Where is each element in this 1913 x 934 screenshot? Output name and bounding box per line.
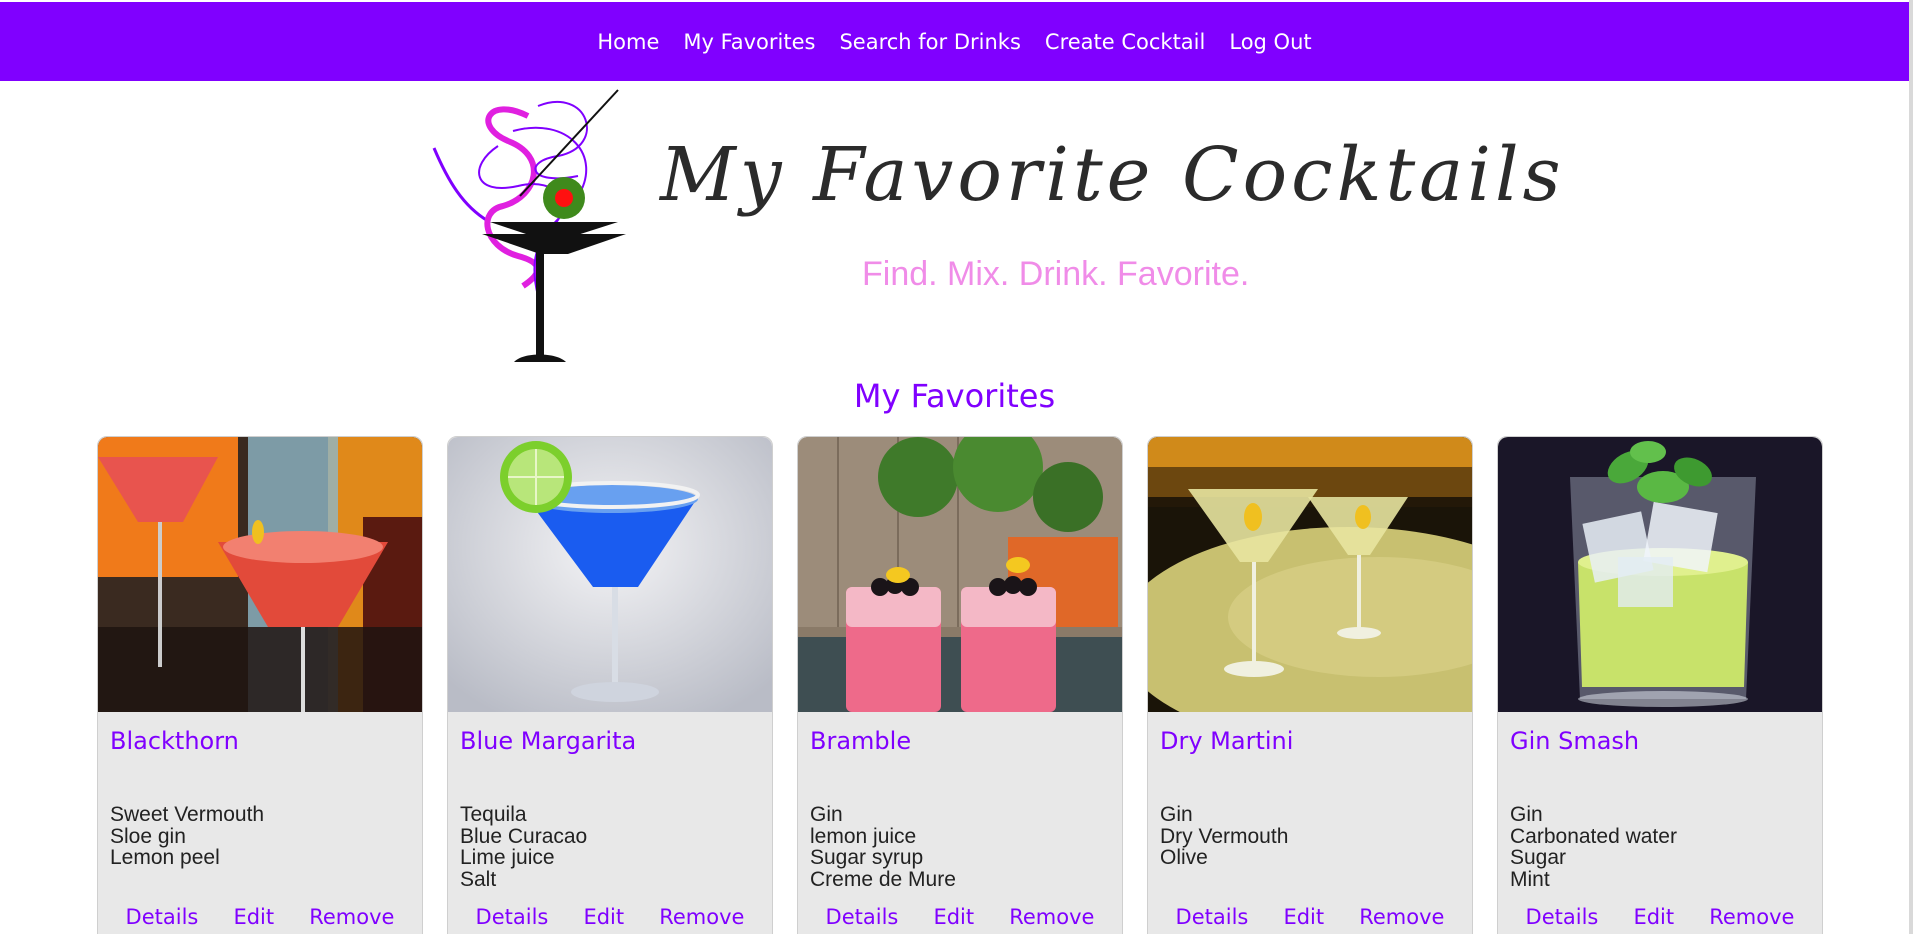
remove-link[interactable]: Remove (1359, 905, 1444, 929)
brand-tagline: Find. Mix. Drink. Favorite. (862, 255, 1250, 293)
card-actions: Details Edit Remove (1498, 905, 1822, 929)
remove-link[interactable]: Remove (1709, 905, 1794, 929)
cocktail-card: Gin Smash Gin Carbonated water Sugar Min… (1497, 436, 1823, 934)
ingredient-item: lemon juice (810, 824, 917, 848)
cocktail-name: Blackthorn (110, 727, 239, 755)
ingredient-list: Tequila Blue Curacao Lime juice Salt (460, 804, 587, 890)
cocktail-name: Dry Martini (1160, 727, 1294, 755)
ingredient-item: Creme de Mure (810, 867, 956, 891)
cocktail-photo-image (98, 437, 422, 712)
ingredient-item: Blue Curacao (460, 824, 588, 848)
ingredient-item: Gin (1160, 803, 1193, 826)
cocktail-photo-image (1498, 437, 1822, 712)
scrollbar-track[interactable] (1909, 0, 1913, 934)
brand-title: My Favorite Cocktails (660, 132, 1565, 218)
cocktail-card: Bramble Gin lemon juice Sugar syrup Crem… (797, 436, 1123, 934)
cocktail-photo (798, 437, 1122, 712)
remove-link[interactable]: Remove (309, 905, 394, 929)
edit-link[interactable]: Edit (583, 905, 624, 929)
cocktail-name: Gin Smash (1510, 727, 1640, 755)
ingredient-item: Lemon peel (110, 846, 220, 869)
ingredient-item: Sweet Vermouth (110, 803, 265, 826)
edit-link[interactable]: Edit (1633, 905, 1674, 929)
ingredient-item: Sugar (1510, 846, 1567, 869)
ingredient-item: Lime juice (460, 846, 555, 869)
cocktail-card: Dry Martini Gin Dry Vermouth Olive Detai… (1147, 436, 1473, 934)
cocktail-photo-image (1148, 437, 1472, 712)
ingredient-list: Gin Dry Vermouth Olive (1160, 804, 1288, 869)
ingredient-item: Dry Vermouth (1160, 824, 1289, 848)
nav-my-favorites-link[interactable]: My Favorites (683, 30, 815, 54)
page: Home My Favorites Search for Drinks Crea… (0, 0, 1913, 934)
edit-link[interactable]: Edit (233, 905, 274, 929)
cocktail-name: Blue Margarita (460, 727, 637, 755)
ingredient-item: Sugar syrup (810, 846, 924, 869)
cocktail-photo (1148, 437, 1472, 712)
nav-log-out-link[interactable]: Log Out (1229, 30, 1311, 54)
top-navbar: Home My Favorites Search for Drinks Crea… (0, 2, 1909, 81)
ingredient-item: Olive (1160, 846, 1208, 869)
cocktail-photo-image (798, 437, 1122, 712)
edit-link[interactable]: Edit (933, 905, 974, 929)
ingredient-item: Tequila (460, 803, 527, 826)
ingredient-item: Gin (1510, 803, 1543, 826)
cocktail-card: Blackthorn Sweet Vermouth Sloe gin Lemon… (97, 436, 423, 934)
edit-link[interactable]: Edit (1283, 905, 1324, 929)
details-link[interactable]: Details (126, 905, 199, 929)
details-link[interactable]: Details (1526, 905, 1599, 929)
cocktail-photo (98, 437, 422, 712)
details-link[interactable]: Details (476, 905, 549, 929)
nav-home-link[interactable]: Home (597, 30, 659, 54)
card-actions: Details Edit Remove (1148, 905, 1472, 929)
nav-search-drinks-link[interactable]: Search for Drinks (839, 30, 1020, 54)
ingredient-list: Gin Carbonated water Sugar Mint (1510, 804, 1677, 890)
nav-create-cocktail-link[interactable]: Create Cocktail (1045, 30, 1205, 54)
details-link[interactable]: Details (1176, 905, 1249, 929)
section-heading: My Favorites (853, 377, 1056, 415)
ingredient-item: Carbonated water (1510, 824, 1677, 848)
cocktail-card: Blue Margarita Tequila Blue Curacao Lime… (447, 436, 773, 934)
card-actions: Details Edit Remove (98, 905, 422, 929)
card-actions: Details Edit Remove (798, 905, 1122, 929)
remove-link[interactable]: Remove (1009, 905, 1094, 929)
cocktail-name: Bramble (810, 727, 912, 755)
ingredient-item: Salt (460, 867, 497, 891)
cocktail-photo-image (448, 437, 772, 712)
martini-logo-icon (432, 89, 626, 362)
ingredient-list: Gin lemon juice Sugar syrup Creme de Mur… (810, 804, 956, 890)
details-link[interactable]: Details (826, 905, 899, 929)
ingredient-item: Mint (1510, 867, 1550, 891)
favorites-card-list: Blackthorn Sweet Vermouth Sloe gin Lemon… (97, 436, 1823, 934)
ingredient-item: Sloe gin (110, 824, 186, 848)
ingredient-item: Gin (810, 803, 843, 826)
ingredient-list: Sweet Vermouth Sloe gin Lemon peel (110, 804, 264, 869)
remove-link[interactable]: Remove (659, 905, 744, 929)
cocktail-photo (448, 437, 772, 712)
card-actions: Details Edit Remove (448, 905, 772, 929)
cocktail-photo (1498, 437, 1822, 712)
